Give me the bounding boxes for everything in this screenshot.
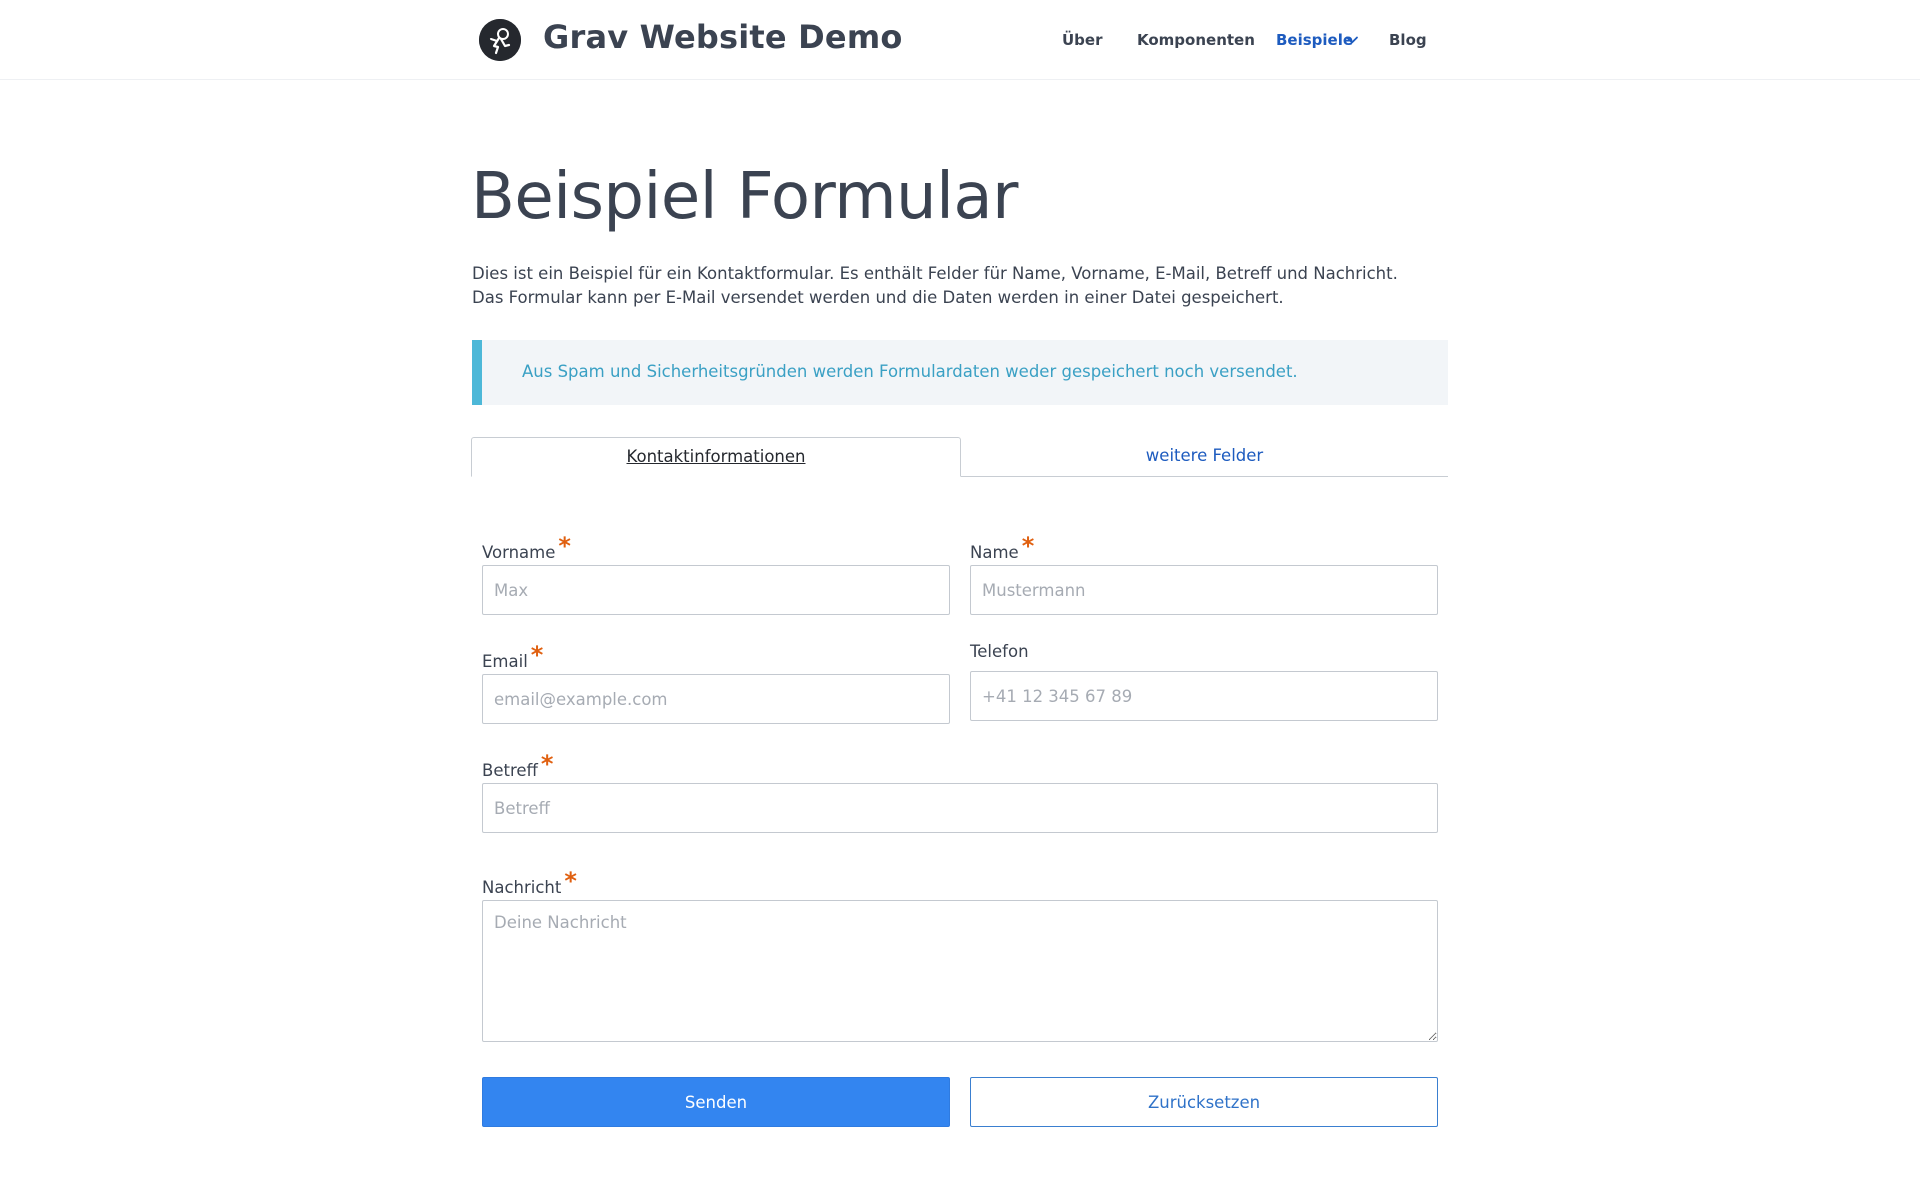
nachricht-textarea[interactable] [482, 900, 1438, 1042]
required-marker: * [530, 641, 544, 669]
page-title: Beispiel Formular [471, 160, 1018, 234]
required-marker: * [1021, 532, 1035, 560]
nav-item-ueber[interactable]: Über [1062, 31, 1103, 49]
tab-label: weitere Felder [1145, 446, 1264, 465]
tab-kontaktinformationen[interactable]: Kontaktinformationen [471, 437, 961, 477]
submit-button[interactable]: Senden [482, 1077, 950, 1127]
telefon-input[interactable] [970, 671, 1438, 721]
nav-item-blog[interactable]: Blog [1389, 31, 1427, 49]
nachricht-label: Nachricht * [482, 867, 577, 897]
info-notice: Aus Spam und Sicherheitsgründen werden F… [472, 340, 1448, 405]
vorname-input[interactable] [482, 565, 950, 615]
nav-item-beispiele[interactable]: Beispiele [1276, 31, 1353, 49]
betreff-label: Betreff * [482, 750, 554, 780]
betreff-input[interactable] [482, 783, 1438, 833]
chevron-down-icon[interactable] [1345, 33, 1359, 47]
required-marker: * [564, 867, 577, 895]
required-marker: * [558, 532, 571, 560]
notice-text: Aus Spam und Sicherheitsgründen werden F… [522, 362, 1298, 381]
site-header: Grav Website Demo Über Komponenten Beisp… [0, 0, 1920, 80]
intro-text: Dies ist ein Beispiel für ein Kontaktfor… [472, 264, 1398, 307]
tab-weitere-felder[interactable]: weitere Felder [961, 437, 1448, 477]
email-input[interactable] [482, 674, 950, 724]
telefon-label: Telefon [970, 642, 1029, 661]
reset-button[interactable]: Zurücksetzen [970, 1077, 1438, 1127]
name-label: Name * [970, 532, 1035, 562]
tab-label: Kontaktinformationen [626, 447, 806, 466]
name-input[interactable] [970, 565, 1438, 615]
required-marker: * [540, 750, 554, 778]
email-label: Email * [482, 641, 544, 671]
astronaut-logo-icon[interactable] [479, 19, 521, 61]
site-title[interactable]: Grav Website Demo [543, 18, 903, 56]
nav-item-komponenten[interactable]: Komponenten [1137, 31, 1255, 49]
vorname-label: Vorname * [482, 532, 571, 562]
